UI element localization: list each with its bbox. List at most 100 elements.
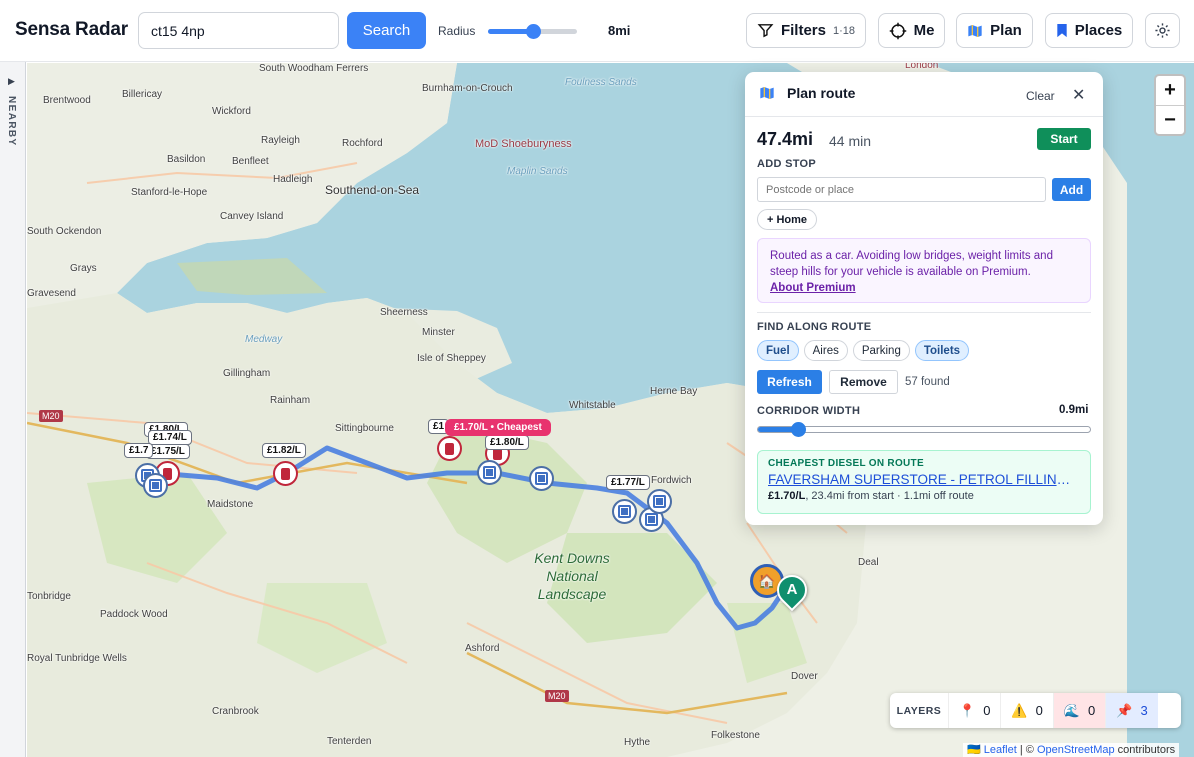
toilet-marker[interactable] — [612, 499, 637, 524]
fuel-station-marker[interactable] — [437, 436, 462, 461]
place-label: South Ockendon — [27, 226, 102, 237]
radius-slider[interactable] — [488, 24, 577, 39]
place-label: Gillingham — [223, 368, 271, 379]
place-label: Hadleigh — [273, 174, 313, 185]
cheapest-detail: , 23.4mi from start · 1.1mi off route — [805, 490, 974, 502]
places-button[interactable]: Places — [1045, 13, 1133, 48]
military-area-label: MoD Shoeburyness — [475, 138, 572, 150]
place-label: London — [905, 63, 939, 71]
chip-aires[interactable]: Aires — [803, 340, 848, 361]
found-count: 57 found — [905, 376, 950, 388]
place-label: Ashford — [465, 643, 500, 654]
layer-count: 0 — [1035, 703, 1043, 718]
place-label: Dover — [791, 671, 818, 682]
price-tag[interactable]: £1.77/L — [606, 475, 650, 490]
start-navigation-button[interactable]: Start — [1037, 128, 1091, 150]
road-shield: M20 — [545, 690, 569, 702]
premium-text: Routed as a car. Avoiding low bridges, w… — [770, 250, 1053, 278]
about-premium-link[interactable]: About Premium — [770, 282, 856, 294]
place-label: Minster — [422, 327, 455, 338]
find-along-route-label: FIND ALONG ROUTE — [757, 321, 872, 333]
place-label: Benfleet — [232, 156, 269, 167]
search-input[interactable] — [138, 12, 339, 49]
pushpin-icon: 📌 — [1116, 702, 1133, 718]
close-icon[interactable]: ✕ — [1072, 85, 1085, 105]
layer-count: 0 — [1088, 703, 1096, 718]
place-label: Brentwood — [43, 95, 91, 106]
refresh-button[interactable]: Refresh — [757, 370, 822, 394]
clear-route-button[interactable]: Clear — [1026, 89, 1055, 103]
water-label: Foulness Sands — [565, 77, 637, 88]
zoom-control: + − — [1154, 74, 1186, 136]
leaflet-link[interactable]: Leaflet — [984, 744, 1017, 756]
cheapest-station-link[interactable]: FAVERSHAM SUPERSTORE - PETROL FILLING ST… — [768, 472, 1080, 487]
radius-slider-thumb[interactable] — [525, 24, 541, 39]
place-label: Rainham — [270, 395, 311, 406]
filters-button[interactable]: Filters 1·18 — [746, 13, 866, 48]
place-label: Gravesend — [27, 288, 76, 299]
remove-button[interactable]: Remove — [829, 370, 898, 394]
price-tag[interactable]: £1.7 — [124, 443, 154, 458]
me-button[interactable]: Me — [878, 13, 945, 48]
add-stop-button[interactable]: Add — [1052, 178, 1091, 201]
cheapest-info: £1.70/L, 23.4mi from start · 1.1mi off r… — [768, 490, 1080, 502]
app-title: Sensa Radar — [15, 19, 128, 40]
price-tag[interactable]: £1.74/L — [148, 430, 192, 445]
zoom-out-button[interactable]: − — [1156, 105, 1184, 134]
gear-icon — [1154, 22, 1171, 39]
toilet-marker[interactable] — [477, 460, 502, 485]
chip-toilets[interactable]: Toilets — [914, 340, 970, 361]
layer-warnings-toggle[interactable]: ⚠️ 0 — [1000, 693, 1052, 728]
place-label: Paddock Wood — [100, 609, 168, 620]
place-label: Sheerness — [380, 307, 428, 318]
me-label: Me — [913, 22, 935, 39]
price-tag[interactable]: £1.80/L — [485, 435, 529, 450]
park-label: Kent Downs National Landscape — [534, 550, 610, 602]
corridor-slider-thumb[interactable] — [790, 422, 806, 437]
corridor-width-slider[interactable] — [757, 422, 1091, 437]
settings-button[interactable] — [1145, 13, 1180, 48]
place-label: Herne Bay — [650, 386, 698, 397]
place-label: Hythe — [624, 737, 651, 748]
osm-link[interactable]: OpenStreetMap — [1037, 744, 1115, 756]
place-label: Burnham-on-Crouch — [422, 83, 513, 94]
map-icon — [759, 85, 775, 106]
chip-parking[interactable]: Parking — [852, 340, 910, 361]
water-label: Medway — [245, 334, 283, 345]
place-label: Maidstone — [207, 499, 254, 510]
start-marker-label: A — [786, 581, 798, 598]
pin-icon: 📍 — [959, 702, 976, 718]
price-tag[interactable]: £1.82/L — [262, 443, 306, 458]
radius-label: Radius — [438, 24, 476, 38]
place-label: Rochford — [342, 138, 383, 149]
toilet-marker[interactable] — [647, 489, 672, 514]
expand-arrow-icon: ▶ — [8, 76, 15, 86]
place-label: Basildon — [167, 154, 206, 165]
bookmark-icon — [1056, 23, 1068, 38]
nearby-drawer-toggle[interactable]: ▶ NEARBY — [0, 62, 26, 757]
cheapest-price: £1.70/L — [768, 490, 806, 502]
plan-button[interactable]: Plan — [956, 13, 1033, 48]
place-label: Cranbrook — [212, 706, 259, 717]
stop-input[interactable] — [757, 177, 1046, 202]
layer-pins-toggle[interactable]: 📍 0 — [948, 693, 1000, 728]
place-label: Tonbridge — [27, 591, 71, 602]
place-label: Folkestone — [711, 730, 760, 741]
zoom-in-button[interactable]: + — [1156, 76, 1184, 105]
chip-fuel[interactable]: Fuel — [757, 340, 799, 361]
add-home-button[interactable]: + Home — [757, 209, 817, 230]
place-label: Canvey Island — [220, 211, 284, 222]
cheapest-price-tag[interactable]: £1.70/L • Cheapest — [445, 419, 551, 436]
layer-pushpins-toggle[interactable]: 📌 3 — [1105, 693, 1158, 728]
search-button[interactable]: Search — [347, 12, 426, 49]
plan-route-panel: Plan route Clear ✕ 47.4mi 44 min Start A… — [745, 72, 1103, 525]
attribution-text: contributors — [1114, 744, 1176, 756]
toilet-marker[interactable] — [529, 466, 554, 491]
route-distance: 47.4mi — [757, 129, 814, 149]
layer-low-bridges-toggle[interactable]: 🌊 0 — [1052, 693, 1106, 728]
filter-icon — [757, 22, 774, 39]
fuel-station-marker[interactable] — [273, 461, 298, 486]
map-attribution: 🇺🇦 Leaflet | © OpenStreetMap contributor… — [963, 743, 1180, 757]
toilet-marker[interactable] — [143, 473, 168, 498]
cheapest-diesel-card: CHEAPEST DIESEL ON ROUTE FAVERSHAM SUPER… — [757, 450, 1091, 514]
